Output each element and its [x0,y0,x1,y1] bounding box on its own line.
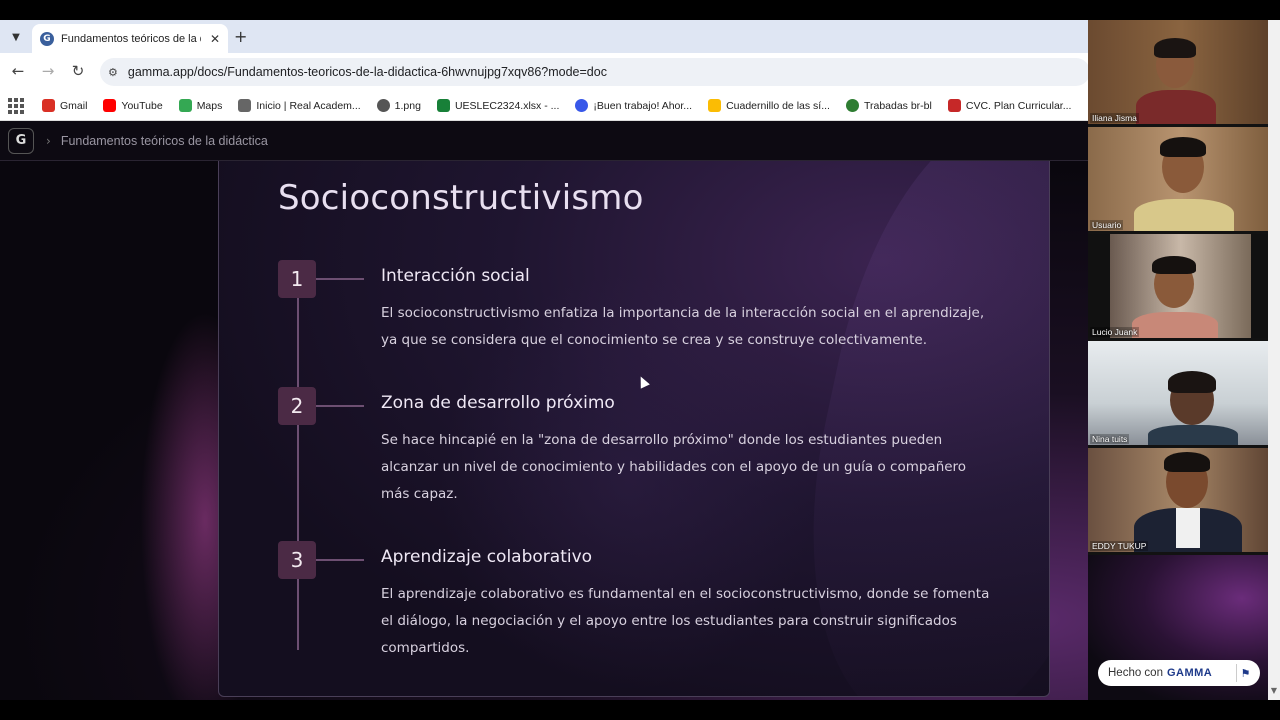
step-title: Interacción social [381,266,530,286]
breadcrumb[interactable]: Fundamentos teóricos de la didáctica [61,134,268,148]
gamma-logo-icon[interactable]: G [8,127,34,154]
tab-title: Fundamentos teóricos de la didáctica [61,32,201,45]
gamma-header: G › Fundamentos teóricos de la didáctica [0,121,1088,161]
bookmark-maps[interactable]: Maps [178,99,222,112]
bookmark-trabadas[interactable]: Trabadas br-bl [845,99,932,112]
site-settings-icon[interactable]: ⚙ [108,66,118,79]
youtube-icon [103,99,117,112]
sheets-icon [436,99,450,112]
step-connector [316,278,364,280]
participant-hair [1164,452,1210,472]
participant-body [1134,199,1234,231]
apps-grid-icon[interactable] [8,97,24,114]
bookmark-gmail[interactable]: Gmail [42,99,87,112]
participant-body [1148,425,1238,445]
step-title: Aprendizaje colaborativo [381,547,593,567]
participant-hair [1154,38,1196,58]
step-body: Se hace hincapié en la "zona de desarrol… [381,432,967,502]
close-tab-icon[interactable]: ✕ [210,32,220,46]
participant-hair [1168,371,1216,393]
page-title: Socioconstructivismo [278,178,644,218]
step-body: El aprendizaje colaborativo es fundament… [381,586,990,656]
browser-window: ▼ G Fundamentos teóricos de la didáctica… [0,20,1088,700]
forward-arrow-icon[interactable]: → [38,62,58,80]
participant-body [1136,90,1216,124]
bookmark-cuadernillo[interactable]: Cuadernillo de las sí... [708,99,830,112]
step-number: 3 [278,541,316,579]
bookmark-ueslec[interactable]: UESLEC2324.xlsx - ... [436,99,559,112]
flag-icon[interactable]: ⚑ [1236,664,1254,682]
timeline-line [297,270,299,650]
bookmark-buen-trabajo[interactable]: ¡Buen trabajo! Ahor... [575,99,692,112]
rae-icon [238,99,252,112]
step-body: El socioconstructivismo enfatiza la impo… [381,305,985,348]
browser-toolbar: ← → ↻ ⚙ gamma.app/docs/Fundamentos-teori… [0,53,1088,91]
participant-name: Nina tuits [1090,434,1130,444]
maps-icon [178,99,192,112]
site-icon [845,99,859,112]
participant-name: Iliana Jisma [1090,113,1139,123]
chevron-right-icon: › [46,133,51,148]
globe-icon [376,99,390,112]
video-panel: Iliana Jisma Usuario Lucio Juank Nina tu… [1088,20,1280,700]
participant-name: Lucio Juank [1090,327,1140,337]
tab-search-chevron-icon[interactable]: ▼ [6,27,26,47]
bookmark-cvc[interactable]: CVC. Plan Curricular... [947,99,1071,112]
bookmark-1png[interactable]: 1.png [376,99,421,112]
gamma-brand-text: GAMMA [1166,667,1213,679]
back-arrow-icon[interactable]: ← [8,62,28,80]
step-connector [316,559,364,561]
participant-hair [1160,137,1206,157]
participant-body [1132,312,1218,338]
new-tab-plus-icon[interactable]: + [234,27,247,46]
step-connector [316,405,364,407]
url-text: gamma.app/docs/Fundamentos-teoricos-de-l… [127,65,607,79]
document-area: Socioconstructivismo 1 Interacción socia… [0,161,1088,700]
scrollbar[interactable] [1268,20,1280,700]
reload-icon[interactable]: ↻ [68,62,88,80]
scroll-down-arrow-icon[interactable]: ▼ [1268,686,1280,698]
address-bar[interactable]: ⚙ gamma.app/docs/Fundamentos-teoricos-de… [100,58,1088,86]
bookmarks-bar: Gmail YouTube Maps Inicio | Real Academ.… [0,91,1088,121]
top-band [0,0,1280,20]
participant-name: EDDY TUKUP [1090,541,1149,551]
content-card: Socioconstructivismo 1 Interacción socia… [218,161,1050,697]
participant-video[interactable]: Iliana Jisma [1088,20,1275,124]
wordpress-icon [575,99,589,112]
made-with-gamma-badge[interactable]: Hecho con GAMMA ⚑ [1098,660,1260,686]
bookmark-rae[interactable]: Inicio | Real Academ... [238,99,361,112]
participant-shirt [1176,508,1200,548]
participant-name: Usuario [1090,220,1124,230]
participant-hair [1152,256,1196,274]
tab-strip: ▼ G Fundamentos teóricos de la didáctica… [0,20,1088,53]
cvc-icon [947,99,961,112]
drive-icon [708,99,722,112]
participant-video[interactable]: Usuario [1088,127,1275,231]
gamma-favicon-icon: G [40,31,54,46]
bookmark-youtube[interactable]: YouTube [103,99,163,112]
participant-video[interactable]: Nina tuits [1088,341,1275,445]
tab-active[interactable]: G Fundamentos teóricos de la didáctica ✕ [32,24,228,53]
step-number: 2 [278,387,316,425]
step-number: 1 [278,260,316,298]
step-title: Zona de desarrollo próximo [381,393,615,413]
bottom-band [0,700,1280,720]
gmail-icon [42,99,55,112]
badge-prefix: Hecho con [1108,667,1163,679]
participant-video[interactable]: EDDY TUKUP [1088,448,1275,552]
participant-video[interactable]: Lucio Juank [1088,234,1275,338]
